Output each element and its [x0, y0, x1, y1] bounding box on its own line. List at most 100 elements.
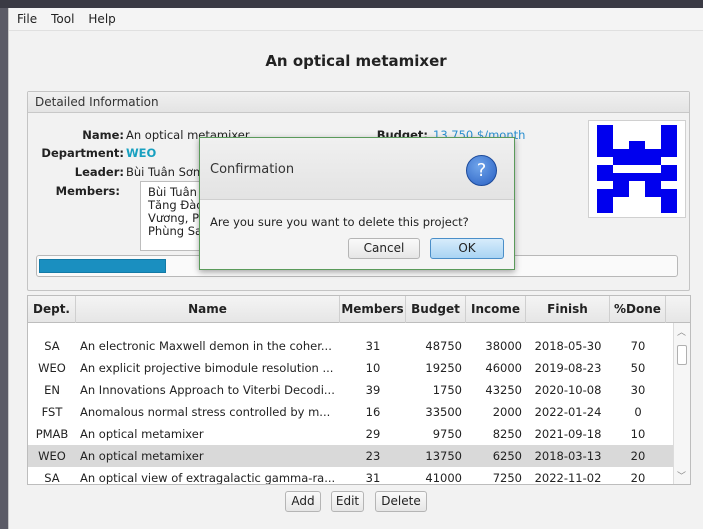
- col-budget[interactable]: Budget: [406, 296, 466, 323]
- identicon-cell: [653, 149, 661, 157]
- members-label: Members:: [55, 184, 120, 198]
- identicon-cell: [613, 181, 621, 189]
- identicon-cell: [597, 197, 605, 205]
- cell-finish: 2020-10-08: [534, 383, 602, 397]
- identicon-cell: [621, 157, 629, 165]
- identicon-cell: [669, 141, 677, 149]
- cell-income: 8250: [492, 427, 522, 441]
- cell-income: 43250: [485, 383, 522, 397]
- cell-done: 70: [630, 339, 646, 353]
- identicon-cell: [637, 141, 645, 149]
- cell-budget: 1750: [432, 383, 462, 397]
- identicon-cell: [669, 205, 677, 213]
- cell-done: 10: [630, 427, 646, 441]
- identicon-cell: [621, 149, 629, 157]
- detail-panel-header: Detailed Information: [28, 92, 689, 113]
- identicon-icon: [597, 125, 677, 213]
- table-row[interactable]: EN An Innovations Approach to Viterbi Dec…: [28, 379, 673, 401]
- cell-members: 39: [365, 383, 381, 397]
- projects-table: Dept. Name Members Budget Income Finish …: [27, 295, 691, 485]
- table-row[interactable]: WEO An explicit projective bimodule resol…: [28, 357, 673, 379]
- cell-income: 7250: [492, 471, 522, 485]
- identicon-cell: [621, 173, 629, 181]
- identicon-cell: [629, 141, 637, 149]
- identicon-cell: [661, 205, 669, 213]
- table-row[interactable]: FST Anomalous normal stress controlled by…: [28, 401, 673, 423]
- identicon-cell: [637, 149, 645, 157]
- cell-members: 16: [365, 405, 381, 419]
- identicon-cell: [653, 181, 661, 189]
- cell-dept: WEO: [38, 449, 66, 463]
- identicon-cell: [613, 173, 621, 181]
- delete-button[interactable]: Delete: [375, 491, 427, 512]
- confirmation-dialog: Confirmation ? Are you sure you want to …: [199, 137, 515, 270]
- menu-bar: File Tool Help: [9, 8, 703, 31]
- col-members[interactable]: Members: [340, 296, 406, 323]
- ok-button[interactable]: OK: [430, 238, 504, 259]
- cell-budget: 41000: [425, 471, 462, 485]
- identicon-cell: [669, 125, 677, 133]
- identicon-cell: [605, 141, 613, 149]
- col-dept[interactable]: Dept.: [28, 296, 76, 323]
- cell-finish: 2019-08-23: [534, 361, 602, 375]
- table-header: Dept. Name Members Budget Income Finish …: [28, 296, 690, 323]
- identicon-cell: [605, 125, 613, 133]
- cell-income: 2000: [492, 405, 522, 419]
- table-scrollbar[interactable]: ︿ ﹀: [673, 323, 690, 484]
- col-name[interactable]: Name: [76, 296, 340, 323]
- cell-name: An optical metamixer: [80, 427, 204, 441]
- cell-finish: 2022-11-02: [534, 471, 602, 485]
- menu-help[interactable]: Help: [88, 12, 115, 26]
- cell-name: An optical view of extragalactic gamma-r…: [80, 471, 336, 485]
- identicon-cell: [613, 157, 621, 165]
- identicon-cell: [661, 149, 669, 157]
- identicon-cell: [637, 157, 645, 165]
- identicon-cell: [597, 141, 605, 149]
- table-row[interactable]: SA An electronic Maxwell demon in the coh…: [28, 335, 673, 357]
- identicon-cell: [613, 189, 621, 197]
- table-row[interactable]: WEO An optical metamixer 23 13750 6250 2018-0…: [28, 445, 673, 467]
- identicon-cell: [669, 133, 677, 141]
- col-done[interactable]: %Done: [610, 296, 666, 323]
- cell-dept: PMAB: [35, 427, 69, 441]
- cell-dept: WEO: [38, 361, 66, 375]
- cell-finish: 2022-01-24: [534, 405, 602, 419]
- department-label: Department:: [41, 146, 124, 160]
- cancel-button[interactable]: Cancel: [348, 238, 420, 259]
- table-row[interactable]: SA An optical view of extragalactic gamma…: [28, 467, 673, 485]
- col-finish[interactable]: Finish: [526, 296, 610, 323]
- cell-members: 29: [365, 427, 381, 441]
- cell-members: 23: [365, 449, 381, 463]
- name-label: Name:: [82, 128, 124, 142]
- scroll-down-icon[interactable]: ﹀: [677, 469, 686, 482]
- table-row[interactable]: PMAB An optical metamixer 29 9750 8250 2021-0…: [28, 423, 673, 445]
- identicon-cell: [621, 181, 629, 189]
- identicon-cell: [661, 133, 669, 141]
- identicon-cell: [661, 125, 669, 133]
- cell-income: 6250: [492, 449, 522, 463]
- cell-members: 31: [365, 339, 381, 353]
- identicon-cell: [645, 189, 653, 197]
- cell-finish: 2021-09-18: [534, 427, 602, 441]
- menu-tool[interactable]: Tool: [51, 12, 74, 26]
- cell-members: 10: [365, 361, 381, 375]
- identicon-cell: [661, 141, 669, 149]
- page-title: An optical metamixer: [265, 52, 447, 70]
- menu-file[interactable]: File: [17, 12, 37, 26]
- identicon-cell: [597, 189, 605, 197]
- identicon-cell: [653, 189, 661, 197]
- cell-name: An Innovations Approach to Viterbi Decod…: [80, 383, 335, 397]
- cell-dept: FST: [41, 405, 63, 419]
- identicon-cell: [645, 149, 653, 157]
- scroll-up-icon[interactable]: ︿: [677, 325, 686, 338]
- identicon-cell: [605, 133, 613, 141]
- add-button[interactable]: Add: [285, 491, 321, 512]
- cell-name: An electronic Maxwell demon in the coher…: [80, 339, 332, 353]
- leader-label: Leader:: [74, 165, 124, 179]
- scroll-thumb[interactable]: [677, 345, 687, 365]
- cell-budget: 33500: [425, 405, 462, 419]
- cell-dept: EN: [44, 383, 60, 397]
- col-income[interactable]: Income: [466, 296, 526, 323]
- edit-button[interactable]: Edit: [331, 491, 364, 512]
- identicon-cell: [605, 197, 613, 205]
